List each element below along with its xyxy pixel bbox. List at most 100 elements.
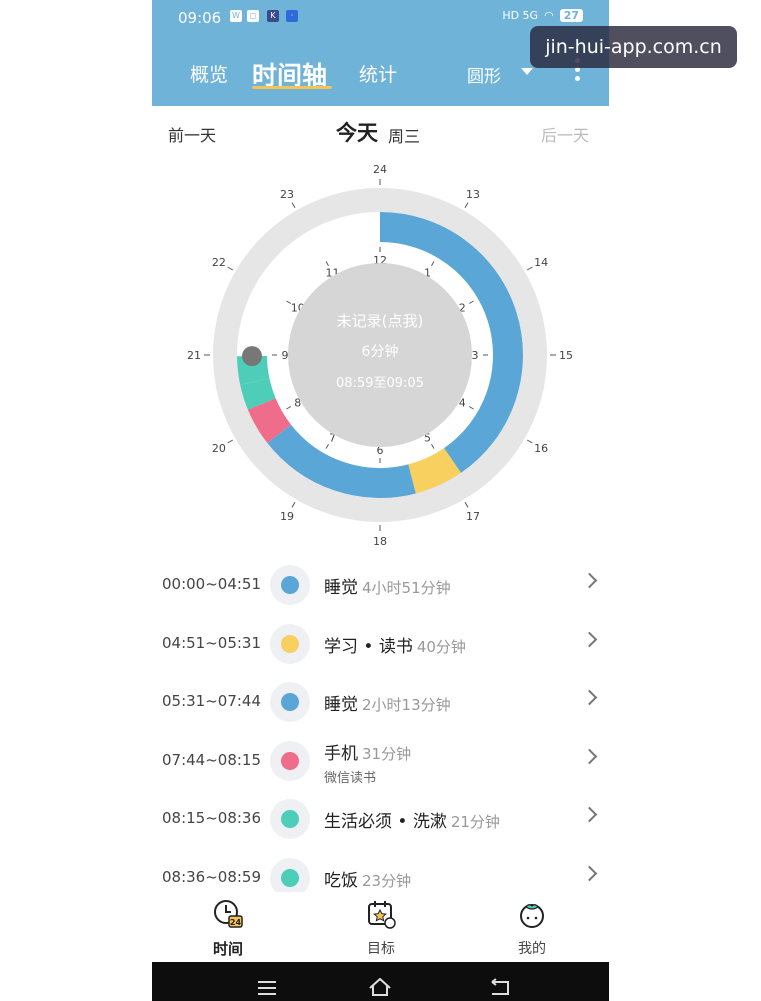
record-row[interactable]: 05:31~07:44 睡觉 2小时13分钟 — [152, 674, 609, 732]
outer-tick — [291, 501, 296, 508]
record-duration: 21分钟 — [450, 813, 500, 831]
outer-hour-label: 20 — [212, 442, 226, 455]
chevron-right-icon[interactable] — [581, 689, 598, 706]
record-category-icon — [270, 799, 310, 839]
record-row[interactable]: 00:00~04:51 睡觉 4小时51分钟 — [152, 557, 609, 615]
nav-goal[interactable]: 目标 — [341, 898, 421, 958]
record-row[interactable]: 08:15~08:36 生活必须 • 洗漱 21分钟 — [152, 791, 609, 849]
chevron-right-icon[interactable] — [581, 748, 598, 764]
outer-hour-label: 21 — [187, 349, 201, 362]
svg-text:24: 24 — [230, 918, 242, 927]
record-title: 睡觉 4小时51分钟 — [324, 573, 451, 598]
outer-hour-label: 24 — [373, 163, 387, 176]
inner-hour-label: 9 — [282, 349, 289, 362]
record-category-icon — [270, 682, 310, 722]
calendar-goal-icon — [368, 901, 396, 929]
outer-tick — [526, 439, 533, 444]
inner-tick — [468, 300, 474, 304]
record-duration: 4小时51分钟 — [362, 579, 451, 597]
status-right: HD 5G ◠ 27 — [502, 9, 583, 22]
record-title: 睡觉 2小时13分钟 — [324, 690, 451, 715]
record-category-icon — [270, 565, 310, 605]
outer-tick — [526, 266, 533, 271]
center-status[interactable]: 未记录(点我) — [337, 312, 424, 330]
record-category-icon — [270, 740, 310, 781]
day-title: 今天 — [336, 121, 378, 145]
record-title-text: 生活必须 • 洗漱 — [324, 812, 447, 832]
record-title: 吃饭 23分钟 — [324, 866, 411, 891]
outer-tick — [464, 501, 469, 508]
next-day-button[interactable]: 后一天 — [541, 122, 589, 146]
outer-hour-label: 23 — [280, 188, 294, 201]
record-duration: 40分钟 — [416, 637, 466, 656]
outer-tick — [291, 202, 296, 209]
nav-mine-label: 我的 — [518, 941, 546, 957]
outer-hour-label: 22 — [212, 256, 226, 269]
outer-hour-label: 17 — [466, 510, 480, 523]
tab-active-underline — [252, 86, 332, 89]
nav-goal-label: 目标 — [367, 941, 395, 957]
record-title-text: 睡觉 — [324, 695, 358, 715]
outer-hour-label: 13 — [466, 188, 480, 201]
prev-day-button[interactable]: 前一天 — [168, 122, 216, 146]
record-duration: 31分钟 — [362, 744, 412, 763]
record-duration: 2小时13分钟 — [362, 696, 451, 714]
chevron-right-icon[interactable] — [581, 631, 598, 647]
news-app-icon: · — [286, 10, 298, 22]
record-title: 生活必须 • 洗漱 21分钟 — [324, 807, 500, 832]
activity-segment[interactable] — [240, 378, 276, 410]
tomato-icon — [520, 904, 544, 928]
chevron-right-icon[interactable] — [581, 572, 598, 589]
record-title: 学习 • 读书 40分钟 — [324, 632, 466, 657]
record-row[interactable]: 07:44~08:15 手机 31分钟 微信读书 — [152, 733, 609, 791]
chevron-right-icon[interactable] — [581, 865, 598, 881]
view-mode-select[interactable]: 圆形 — [467, 62, 501, 87]
center-duration: 6分钟 — [362, 343, 399, 360]
chevron-down-icon[interactable] — [521, 68, 533, 75]
watermark: jin-hui-app.com.cn — [530, 26, 737, 68]
outer-hour-label: 19 — [280, 510, 294, 523]
day-clock-chart[interactable]: 12241132143 1541651761871982092110221123 … — [152, 160, 609, 550]
menu-icon[interactable] — [258, 981, 276, 995]
chevron-right-icon[interactable] — [581, 806, 598, 823]
battery-level: 27 — [559, 9, 583, 22]
day-weekday: 周三 — [388, 127, 421, 146]
network-label: HD 5G — [502, 9, 539, 22]
app-screen: 09:06 W ◻ K · HD 5G ◠ 27 概览 时间轴 统计 圆形 前一… — [152, 0, 609, 1001]
outer-hour-label: 18 — [373, 535, 387, 548]
record-time: 08:36~08:59 — [162, 867, 262, 886]
outer-hour-label: 14 — [534, 256, 548, 269]
record-title-text: 吃饭 — [324, 870, 358, 891]
inner-tick — [468, 406, 474, 410]
outer-tick — [227, 439, 234, 444]
tab-statistics[interactable]: 统计 — [359, 60, 397, 87]
status-time: 09:06 — [178, 9, 222, 27]
record-time: 05:31~07:44 — [162, 692, 262, 710]
record-time: 00:00~04:51 — [162, 575, 262, 593]
record-row[interactable]: 04:51~05:31 学习 • 读书 40分钟 — [152, 616, 609, 674]
inner-tick — [286, 406, 292, 410]
system-nav-bar — [152, 962, 609, 1001]
record-time: 07:44~08:15 — [162, 750, 262, 769]
back-icon[interactable] — [491, 978, 509, 995]
record-time: 04:51~05:31 — [162, 633, 262, 652]
activity-segment[interactable] — [247, 397, 292, 444]
inner-tick — [431, 261, 435, 267]
unrecorded-marker[interactable] — [242, 346, 263, 367]
nav-time[interactable]: 24 时间 — [188, 898, 268, 959]
bottom-nav: 24 时间 目标 我的 — [152, 892, 609, 962]
inner-tick — [325, 443, 329, 449]
outer-hour-label: 16 — [534, 442, 548, 455]
home-icon[interactable] — [369, 977, 391, 996]
record-duration: 23分钟 — [362, 871, 412, 890]
tab-overview[interactable]: 概览 — [190, 60, 228, 87]
w-app-icon: W — [230, 10, 242, 22]
activity-segment[interactable] — [407, 447, 461, 494]
record-title-text: 学习 • 读书 — [324, 636, 413, 657]
record-time: 08:15~08:36 — [162, 809, 262, 827]
outer-tick — [464, 202, 469, 209]
nav-mine[interactable]: 我的 — [492, 898, 572, 958]
record-title-text: 睡觉 — [324, 578, 358, 598]
outer-hour-label: 15 — [559, 349, 573, 362]
nav-time-label: 时间 — [212, 940, 243, 958]
